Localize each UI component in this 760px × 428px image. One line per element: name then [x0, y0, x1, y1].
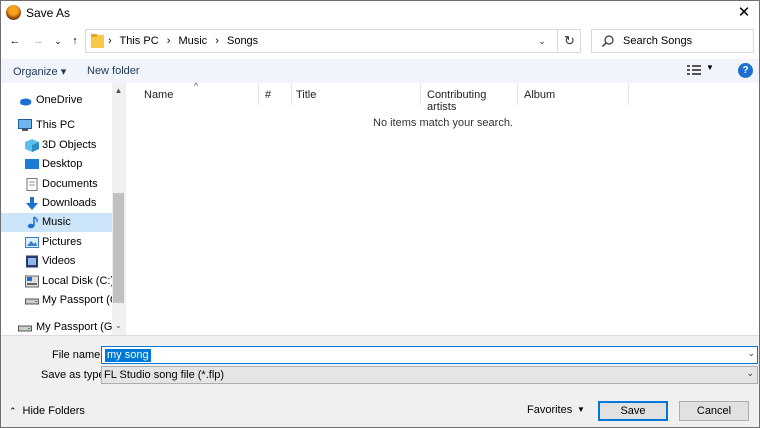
- nav-item-desktop[interactable]: Desktop: [1, 155, 112, 174]
- breadcrumb-songs[interactable]: Songs: [227, 35, 258, 47]
- save-options-panel: File name: my song ⌄ Save as type: FL St…: [1, 335, 759, 427]
- nav-item-label: Desktop: [42, 158, 83, 170]
- column-label: Title: [296, 89, 317, 101]
- chevron-down-icon: ⌄: [746, 368, 754, 378]
- column-header-name[interactable]: ^ Name: [126, 81, 259, 105]
- navigation-bar: ← → ⌄ ↑ › This PC › Music › Songs ⌄ ↻ Se…: [1, 25, 759, 59]
- new-folder-button[interactable]: New folder: [87, 65, 140, 77]
- nav-item-label: My Passport (G:): [36, 321, 120, 333]
- column-label: #: [265, 89, 272, 101]
- pictures-icon: [25, 237, 39, 248]
- music-note-icon: [27, 216, 38, 229]
- nav-item-documents[interactable]: Documents: [1, 175, 112, 194]
- breadcrumb-this-pc[interactable]: This PC: [120, 35, 159, 47]
- nav-item-label: Music: [42, 216, 71, 228]
- save-as-dialog: Save As ✕ ← → ⌄ ↑ › This PC › Music › So…: [0, 0, 760, 428]
- title-bar: Save As ✕: [1, 1, 759, 25]
- nav-item-label: Local Disk (C:): [42, 275, 115, 287]
- view-dropdown-button[interactable]: ▼: [706, 63, 714, 72]
- videos-icon: [26, 255, 38, 268]
- desktop-icon: [25, 159, 39, 169]
- file-name-input[interactable]: my song ⌄: [101, 346, 758, 364]
- nav-item-label: Documents: [42, 178, 98, 190]
- nav-item-label: 3D Objects: [42, 139, 97, 151]
- nav-pane-scrollbar[interactable]: ▲ ⌄: [112, 83, 125, 335]
- file-name-dropdown-button[interactable]: ⌄: [747, 348, 755, 359]
- chevron-up-icon: ⌃: [9, 406, 17, 416]
- nav-item-videos[interactable]: Videos: [1, 252, 112, 271]
- view-options-icon[interactable]: [687, 64, 701, 77]
- documents-icon: [26, 178, 38, 191]
- nav-item-label: Pictures: [42, 236, 82, 248]
- nav-item-3d-objects[interactable]: 3D Objects: [1, 136, 112, 155]
- cancel-button[interactable]: Cancel: [679, 401, 749, 421]
- column-label: Name: [144, 89, 174, 101]
- navigation-pane: OneDrive This PC 3D Objects Desktop Docu…: [1, 83, 125, 335]
- breadcrumb-separator: ›: [108, 35, 112, 47]
- scroll-thumb[interactable]: [113, 193, 124, 303]
- scroll-up-button[interactable]: ▲: [112, 86, 125, 95]
- hide-folders-label: Hide Folders: [22, 405, 85, 417]
- save-as-type-select[interactable]: FL Studio song file (*.flp) ⌄: [101, 366, 758, 384]
- drive-icon: [25, 298, 39, 305]
- nav-item-label: Downloads: [42, 197, 97, 209]
- nav-item-label: Videos: [42, 255, 76, 267]
- breadcrumb-separator: ›: [215, 35, 219, 47]
- cloud-icon: [20, 98, 32, 106]
- favorites-button[interactable]: Favorites: [527, 404, 572, 416]
- drive-icon: [18, 325, 32, 332]
- scroll-down-button[interactable]: ⌄: [112, 321, 125, 330]
- column-header-number[interactable]: #: [259, 83, 292, 105]
- close-button[interactable]: ✕: [729, 1, 759, 25]
- save-button[interactable]: Save: [598, 401, 668, 421]
- command-bar: Organize ▾ New folder ▼ ?: [1, 59, 759, 83]
- hide-folders-button[interactable]: ⌃ Hide Folders: [9, 405, 85, 417]
- forward-button[interactable]: →: [30, 33, 46, 49]
- favorites-dropdown-icon[interactable]: ▼: [577, 405, 585, 414]
- recent-locations-button[interactable]: ⌄: [50, 33, 66, 49]
- refresh-button[interactable]: ↻: [557, 30, 581, 52]
- back-button[interactable]: ←: [7, 33, 23, 49]
- search-input[interactable]: Search Songs: [591, 29, 754, 53]
- column-header-title[interactable]: Title: [292, 83, 421, 105]
- computer-icon: [18, 119, 32, 131]
- sort-indicator-icon: ^: [194, 81, 199, 91]
- file-name-label: File name:: [52, 349, 104, 361]
- file-name-value: my song: [105, 349, 151, 362]
- column-label: Album: [524, 89, 556, 101]
- search-icon: [602, 35, 614, 47]
- up-button[interactable]: ↑: [67, 33, 83, 49]
- file-list: ^ Name # Title Contributing artists Albu…: [125, 81, 759, 335]
- nav-item-label: OneDrive: [36, 94, 83, 106]
- nav-item-downloads[interactable]: Downloads: [1, 194, 112, 213]
- breadcrumb-separator: ›: [166, 35, 171, 47]
- nav-item-pictures[interactable]: Pictures: [1, 233, 112, 252]
- nav-item-onedrive[interactable]: OneDrive: [1, 91, 112, 110]
- address-dropdown-button[interactable]: ⌄: [532, 30, 552, 52]
- empty-results-message: No items match your search.: [373, 117, 513, 129]
- help-icon[interactable]: ?: [738, 63, 753, 78]
- column-header-contributing-artists[interactable]: Contributing artists: [421, 83, 518, 113]
- window-title: Save As: [26, 6, 71, 20]
- cube-icon: [25, 139, 39, 152]
- column-header-album[interactable]: Album: [518, 83, 629, 105]
- download-arrow-icon: [26, 197, 38, 210]
- nav-item-music[interactable]: Music: [1, 213, 112, 232]
- disk-icon: [25, 275, 39, 288]
- folder-icon: [91, 34, 104, 48]
- address-bar[interactable]: › This PC › Music › Songs ⌄ ↻: [85, 29, 581, 53]
- breadcrumb-music[interactable]: Music: [178, 35, 207, 47]
- breadcrumb: › This PC › Music › Songs: [108, 35, 263, 47]
- nav-item-local-disk[interactable]: Local Disk (C:): [1, 272, 115, 291]
- nav-item-this-pc[interactable]: This PC: [1, 116, 112, 135]
- nav-item-my-passport[interactable]: My Passport (G:): [1, 291, 125, 310]
- search-placeholder: Search Songs: [623, 35, 693, 47]
- organize-menu-button[interactable]: Organize ▾: [13, 65, 66, 78]
- save-as-type-value: FL Studio song file (*.flp): [104, 369, 225, 381]
- column-label: Contributing artists: [427, 89, 487, 113]
- nav-item-label: This PC: [36, 119, 76, 131]
- fl-studio-app-icon: [6, 5, 21, 20]
- save-as-type-label: Save as type:: [41, 369, 108, 381]
